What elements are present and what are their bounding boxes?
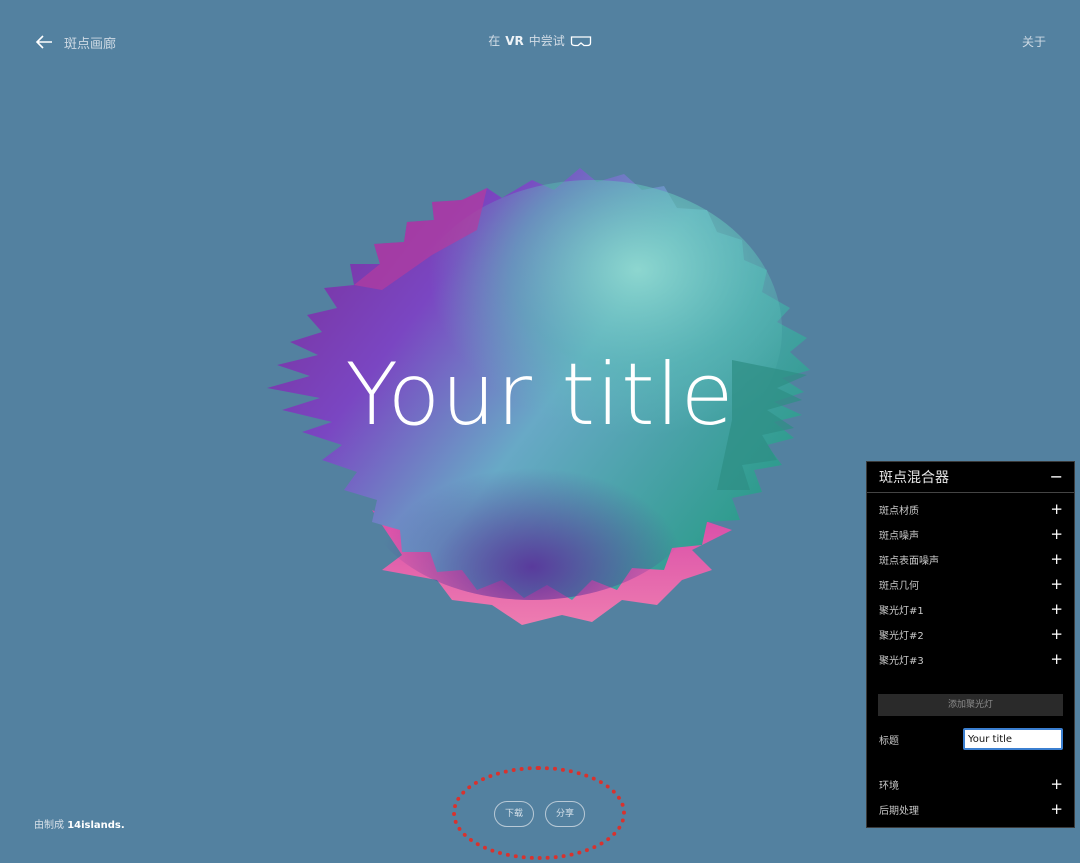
folder-spotlight-2[interactable]: 聚光灯#2 + bbox=[867, 622, 1074, 647]
folder-label: 后期处理 bbox=[879, 806, 919, 817]
folder-label: 斑点噪声 bbox=[879, 531, 919, 542]
blob-mixer-panel: 斑点混合器 − 斑点材质 + 斑点噪声 + 斑点表面噪声 + 斑点几何 + 聚光… bbox=[866, 461, 1075, 828]
folder-blob-material[interactable]: 斑点材质 + bbox=[867, 497, 1074, 522]
vr-suffix: 中尝试 bbox=[528, 34, 565, 48]
title-input[interactable] bbox=[963, 728, 1063, 750]
folder-blob-noise[interactable]: 斑点噪声 + bbox=[867, 522, 1074, 547]
folder-label: 斑点几何 bbox=[879, 581, 919, 592]
add-spotlight-button[interactable]: 添加聚光灯 bbox=[878, 694, 1063, 716]
folder-label: 聚光灯#2 bbox=[879, 631, 924, 642]
folder-blob-geometry[interactable]: 斑点几何 + bbox=[867, 572, 1074, 597]
about-link[interactable]: 关于 bbox=[1022, 33, 1046, 50]
minus-icon[interactable]: − bbox=[1050, 469, 1063, 485]
folder-label: 环境 bbox=[879, 781, 899, 792]
blob-mixer-page: 斑点画廊 在 VR 中尝试 关于 Your title 由制成 14island… bbox=[0, 0, 1080, 863]
plus-icon: + bbox=[1050, 525, 1063, 543]
folder-environment[interactable]: 环境 + bbox=[867, 772, 1074, 797]
folder-blob-surface-noise[interactable]: 斑点表面噪声 + bbox=[867, 547, 1074, 572]
vr-headset-icon bbox=[570, 35, 591, 46]
try-in-vr-link[interactable]: 在 VR 中尝试 bbox=[0, 32, 1080, 49]
folder-post-processing[interactable]: 后期处理 + bbox=[867, 797, 1074, 822]
folder-label: 聚光灯#3 bbox=[879, 656, 924, 667]
plus-icon: + bbox=[1050, 800, 1063, 818]
blob-title-text: Your title bbox=[345, 345, 735, 445]
vr-prefix: 在 bbox=[488, 34, 501, 48]
red-dotted-annotation-ring bbox=[452, 766, 626, 860]
title-field-row: 标题 bbox=[867, 726, 1074, 752]
title-field-label: 标题 bbox=[879, 735, 899, 747]
folders-top: 斑点材质 + 斑点噪声 + 斑点表面噪声 + 斑点几何 + 聚光灯#1 + 聚光… bbox=[867, 497, 1074, 672]
plus-icon: + bbox=[1050, 550, 1063, 568]
folder-spotlight-3[interactable]: 聚光灯#3 + bbox=[867, 647, 1074, 672]
share-button[interactable]: 分享 bbox=[545, 801, 585, 827]
folder-label: 斑点表面噪声 bbox=[879, 556, 939, 567]
vr-bold: VR bbox=[505, 33, 524, 48]
plus-icon: + bbox=[1050, 500, 1063, 518]
folders-bottom: 环境 + 后期处理 + bbox=[867, 772, 1074, 822]
made-by-credit[interactable]: 由制成 14islands. bbox=[34, 816, 125, 831]
download-button[interactable]: 下载 bbox=[494, 801, 534, 827]
plus-icon: + bbox=[1050, 775, 1063, 793]
plus-icon: + bbox=[1050, 625, 1063, 643]
plus-icon: + bbox=[1050, 600, 1063, 618]
plus-icon: + bbox=[1050, 650, 1063, 668]
panel-title: 斑点混合器 bbox=[879, 470, 949, 486]
folder-spotlight-1[interactable]: 聚光灯#1 + bbox=[867, 597, 1074, 622]
credit-prefix: 由制成 bbox=[34, 820, 68, 831]
credit-brand: 14islands. bbox=[67, 820, 125, 831]
folder-label: 斑点材质 bbox=[879, 506, 919, 517]
folder-label: 聚光灯#1 bbox=[879, 606, 924, 617]
plus-icon: + bbox=[1050, 575, 1063, 593]
panel-header[interactable]: 斑点混合器 − bbox=[867, 462, 1074, 493]
